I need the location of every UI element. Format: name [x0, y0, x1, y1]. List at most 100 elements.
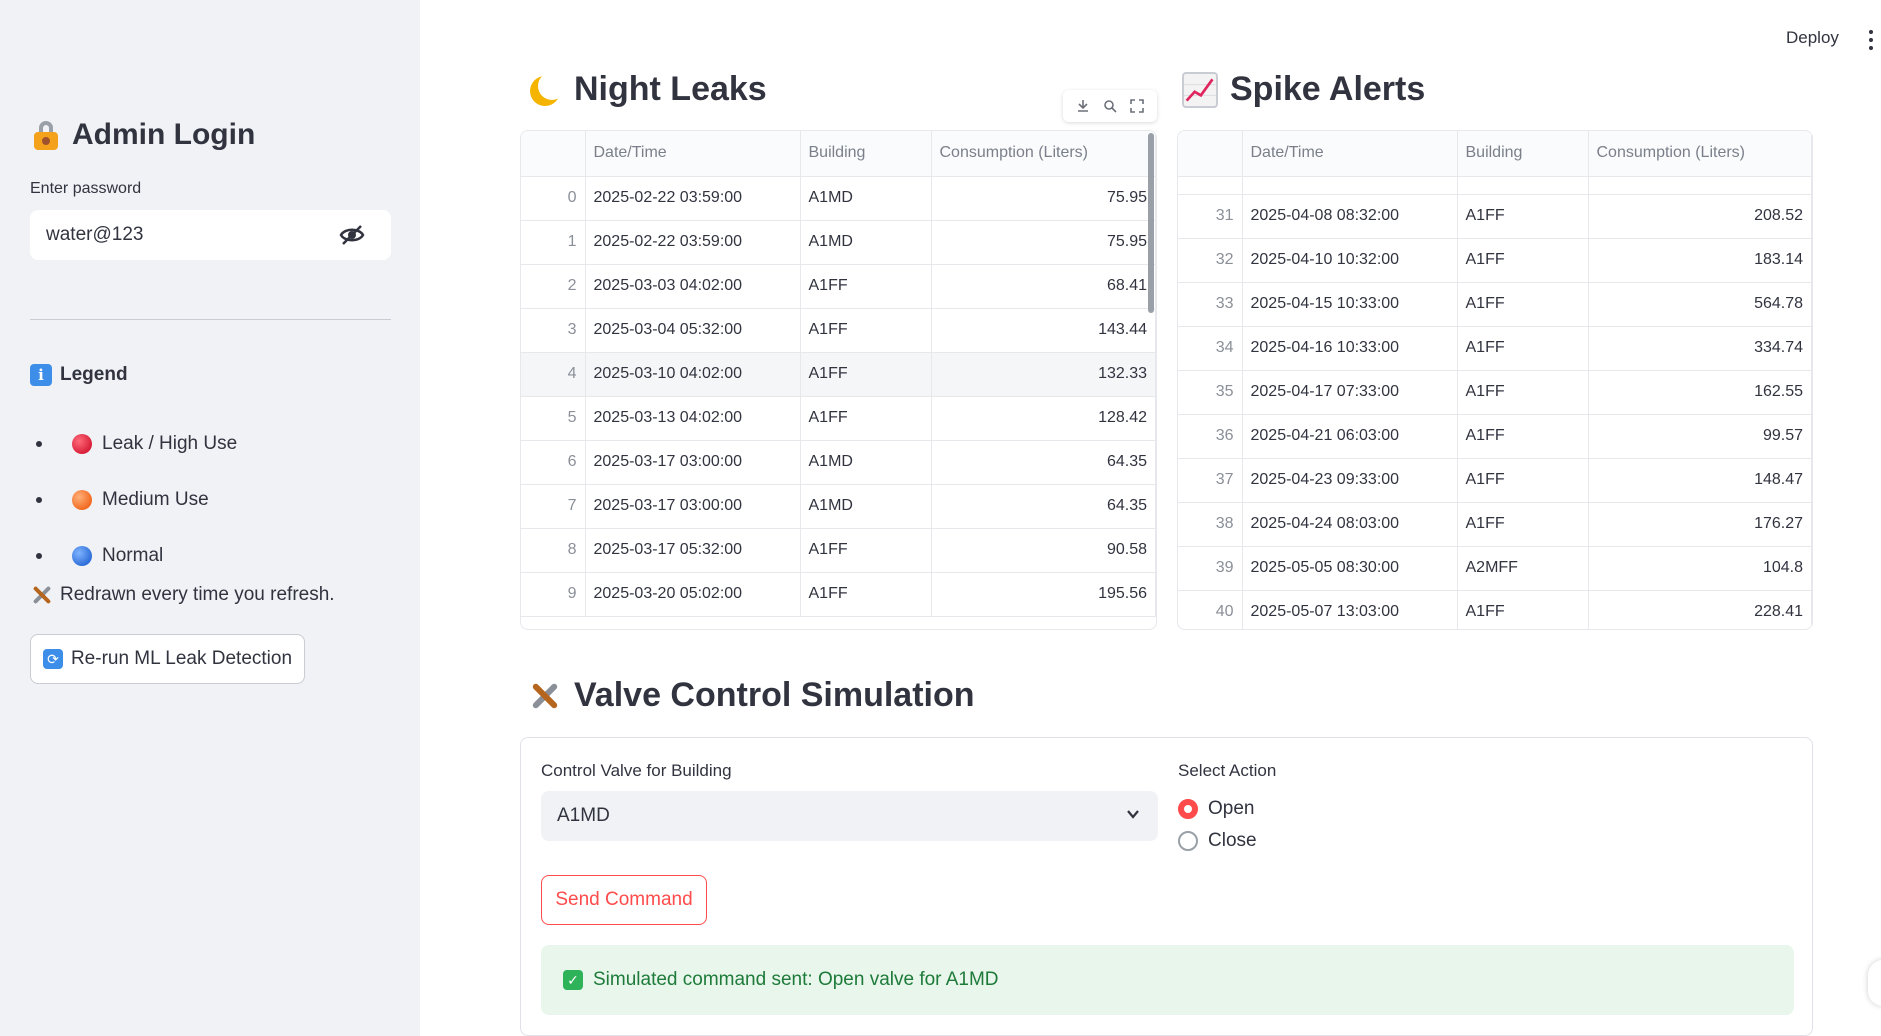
- table-row[interactable]: 4 2025-03-10 04:02:00 A1FF 132.33: [521, 352, 1156, 397]
- cell-datetime[interactable]: 2025-05-07 13:03:00: [1242, 590, 1458, 629]
- table-row[interactable]: 2 2025-03-03 04:02:00 A1FF 68.41: [521, 264, 1156, 309]
- cell-consumption[interactable]: 104.8: [1588, 546, 1812, 591]
- cell-datetime[interactable]: 2025-02-22 03:59:00: [585, 220, 801, 265]
- cell-building[interactable]: A1FF: [1457, 194, 1589, 239]
- search-icon[interactable]: [1103, 99, 1117, 113]
- cell-index[interactable]: 38: [1178, 502, 1243, 547]
- cell-index[interactable]: 33: [1178, 282, 1243, 327]
- table-row[interactable]: 8 2025-03-17 05:32:00 A1FF 90.58: [521, 528, 1156, 573]
- cell-datetime[interactable]: 2025-03-10 04:02:00: [585, 352, 801, 397]
- cell-building[interactable]: A1FF: [1457, 590, 1589, 629]
- cell-datetime[interactable]: 2025-04-23 09:33:00: [1242, 458, 1458, 503]
- cell-building[interactable]: A1FF: [1457, 176, 1589, 195]
- password-input[interactable]: [46, 224, 326, 246]
- cell-consumption[interactable]: 228.41: [1588, 590, 1812, 629]
- radio-selected-icon[interactable]: [1178, 799, 1198, 819]
- more-menu-icon[interactable]: [1869, 30, 1873, 54]
- cell-index[interactable]: 3: [521, 308, 586, 353]
- cell-consumption[interactable]: 208.52: [1588, 194, 1812, 239]
- cell-datetime[interactable]: 2025-03-17 05:32:00: [585, 528, 801, 573]
- column-header-consumption[interactable]: Consumption (Liters): [931, 131, 1156, 177]
- table-row[interactable]: 38 2025-04-24 08:03:00 A1FF 176.27: [1178, 502, 1812, 547]
- table-row[interactable]: 0 2025-02-22 03:59:00 A1MD 75.95: [521, 176, 1156, 221]
- rerun-detection-button[interactable]: ⟳ Re-run ML Leak Detection: [30, 634, 305, 684]
- cell-building[interactable]: A1FF: [800, 528, 932, 573]
- cell-datetime[interactable]: 2025-04-24 08:03:00: [1242, 502, 1458, 547]
- cell-consumption[interactable]: 143.44: [931, 308, 1156, 353]
- floating-action-edge[interactable]: [1868, 960, 1881, 1006]
- cell-datetime[interactable]: 2025-03-20 05:02:00: [585, 572, 801, 617]
- table-row[interactable]: 32 2025-04-10 10:32:00 A1FF 183.14: [1178, 238, 1812, 283]
- cell-building[interactable]: A1FF: [1457, 238, 1589, 283]
- column-header-building[interactable]: Building: [1457, 131, 1589, 177]
- table-row[interactable]: 37 2025-04-23 09:33:00 A1FF 148.47: [1178, 458, 1812, 503]
- cell-building[interactable]: A1MD: [800, 484, 932, 529]
- cell-datetime[interactable]: 2025-03-04 05:32:00: [585, 308, 801, 353]
- cell-datetime[interactable]: 2025-05-05 08:30:00: [1242, 546, 1458, 591]
- eye-off-icon[interactable]: [339, 224, 365, 246]
- table-row[interactable]: 34 2025-04-16 10:33:00 A1FF 334.74: [1178, 326, 1812, 371]
- cell-datetime[interactable]: 2025-04-17 07:33:00: [1242, 370, 1458, 415]
- cell-consumption[interactable]: 195.56: [931, 572, 1156, 617]
- cell-index[interactable]: 31: [1178, 194, 1243, 239]
- column-header-datetime[interactable]: Date/Time: [1242, 131, 1458, 177]
- cell-datetime[interactable]: 2025-04-10 10:32:00: [1242, 238, 1458, 283]
- table-row[interactable]: 40 2025-05-07 13:03:00 A1FF 228.41: [1178, 590, 1812, 629]
- cell-consumption[interactable]: 99.57: [1588, 414, 1812, 459]
- cell-index[interactable]: 5: [521, 396, 586, 441]
- cell-datetime[interactable]: 2025-03-17 03:00:00: [585, 484, 801, 529]
- cell-consumption[interactable]: 142: [1588, 176, 1812, 195]
- download-icon[interactable]: [1076, 99, 1090, 113]
- cell-index[interactable]: 9: [521, 572, 586, 617]
- cell-consumption[interactable]: 90.58: [931, 528, 1156, 573]
- radio-unselected-icon[interactable]: [1178, 831, 1198, 851]
- table-row[interactable]: 9 2025-03-20 05:02:00 A1FF 195.56: [521, 572, 1156, 617]
- cell-index[interactable]: 6: [521, 440, 586, 485]
- cell-index[interactable]: 1: [521, 220, 586, 265]
- cell-index[interactable]: 35: [1178, 370, 1243, 415]
- cell-building[interactable]: A1MD: [800, 176, 932, 221]
- cell-building[interactable]: A1FF: [800, 396, 932, 441]
- table-row[interactable]: 302025-04-08 06:02:00A1FF142: [1178, 176, 1812, 195]
- cell-index[interactable]: 4: [521, 352, 586, 397]
- fullscreen-icon[interactable]: [1130, 99, 1145, 113]
- radio-close[interactable]: Close: [1178, 830, 1257, 852]
- table-row[interactable]: 36 2025-04-21 06:03:00 A1FF 99.57: [1178, 414, 1812, 459]
- cell-datetime[interactable]: 2025-04-08 08:32:00: [1242, 194, 1458, 239]
- cell-building[interactable]: A1FF: [1457, 414, 1589, 459]
- table-row[interactable]: 35 2025-04-17 07:33:00 A1FF 162.55: [1178, 370, 1812, 415]
- cell-building[interactable]: A1FF: [800, 572, 932, 617]
- cell-consumption[interactable]: 183.14: [1588, 238, 1812, 283]
- cell-consumption[interactable]: 162.55: [1588, 370, 1812, 415]
- cell-index[interactable]: 40: [1178, 590, 1243, 629]
- column-header-consumption[interactable]: Consumption (Liters): [1588, 131, 1812, 177]
- cell-consumption[interactable]: 148.47: [1588, 458, 1812, 503]
- radio-open[interactable]: Open: [1178, 798, 1254, 820]
- table-row[interactable]: 5 2025-03-13 04:02:00 A1FF 128.42: [521, 396, 1156, 441]
- cell-index[interactable]: 32: [1178, 238, 1243, 283]
- cell-datetime[interactable]: 2025-04-21 06:03:00: [1242, 414, 1458, 459]
- cell-consumption[interactable]: 68.41: [931, 264, 1156, 309]
- table-row[interactable]: 3 2025-03-04 05:32:00 A1FF 143.44: [521, 308, 1156, 353]
- table-row[interactable]: 39 2025-05-05 08:30:00 A2MFF 104.8: [1178, 546, 1812, 591]
- cell-consumption[interactable]: 176.27: [1588, 502, 1812, 547]
- column-header-index[interactable]: [1178, 131, 1243, 177]
- cell-datetime[interactable]: 2025-04-16 10:33:00: [1242, 326, 1458, 371]
- cell-index[interactable]: 34: [1178, 326, 1243, 371]
- cell-consumption[interactable]: 64.35: [931, 484, 1156, 529]
- cell-index[interactable]: 8: [521, 528, 586, 573]
- column-header-datetime[interactable]: Date/Time: [585, 131, 801, 177]
- cell-building[interactable]: A1MD: [800, 440, 932, 485]
- cell-building[interactable]: A1FF: [1457, 326, 1589, 371]
- cell-building[interactable]: A2MFF: [1457, 546, 1589, 591]
- building-select[interactable]: A1MD: [541, 791, 1158, 841]
- table-row[interactable]: 31 2025-04-08 08:32:00 A1FF 208.52: [1178, 194, 1812, 239]
- table-row[interactable]: 1 2025-02-22 03:59:00 A1MD 75.95: [521, 220, 1156, 265]
- cell-datetime[interactable]: 2025-03-17 03:00:00: [585, 440, 801, 485]
- cell-datetime[interactable]: 2025-03-13 04:02:00: [585, 396, 801, 441]
- night-leaks-table[interactable]: Date/Time Building Consumption (Liters) …: [520, 130, 1157, 630]
- cell-consumption[interactable]: 75.95: [931, 220, 1156, 265]
- cell-datetime[interactable]: 2025-04-15 10:33:00: [1242, 282, 1458, 327]
- cell-consumption[interactable]: 64.35: [931, 440, 1156, 485]
- cell-index[interactable]: 0: [521, 176, 586, 221]
